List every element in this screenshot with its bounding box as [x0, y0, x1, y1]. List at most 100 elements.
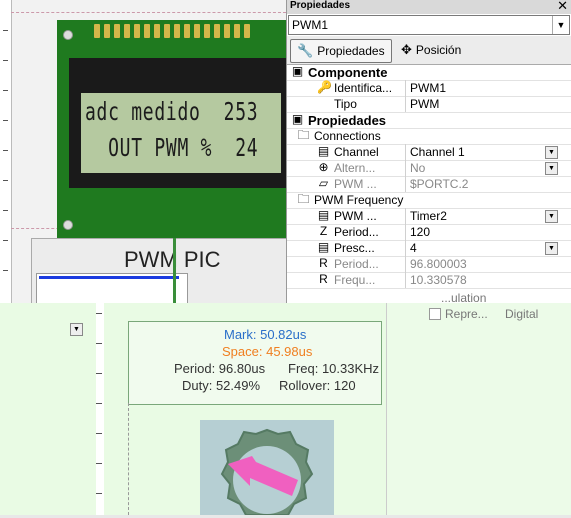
real-icon: R: [319, 272, 328, 286]
column-divider: [405, 96, 406, 112]
dial-component[interactable]: [200, 420, 334, 516]
tree-item: Repre...: [445, 307, 488, 321]
property-value[interactable]: 120: [410, 225, 430, 239]
vertical-ruler: [96, 303, 104, 515]
list-icon: ▤: [317, 144, 330, 158]
component-icon: ▣: [291, 64, 304, 78]
list-icon: ▤: [317, 208, 330, 222]
real-icon: R: [319, 256, 328, 270]
property-label: Identifica...: [334, 81, 393, 95]
property-group: 🗀 PWM Frequency: [287, 192, 571, 209]
design-canvas[interactable]: adc medido 253 OUT PWM % 24 PWM PIC: [0, 0, 288, 305]
lcd-line-1: adc medido 253: [85, 97, 259, 126]
property-value[interactable]: Timer2: [410, 209, 447, 223]
property-row[interactable]: R Period... 96.800003: [287, 256, 571, 273]
integer-icon: Z: [319, 224, 328, 238]
column-divider: [405, 144, 406, 160]
pwm-inner-panel: [36, 273, 188, 305]
pwm-component[interactable]: PWM PIC: [31, 238, 288, 305]
tab-label: Posición: [415, 43, 462, 57]
property-row[interactable]: ▤ Presc... 4 ▼: [287, 240, 571, 257]
property-row[interactable]: 🔑 Identifica... PWM1: [287, 80, 571, 97]
component-selector[interactable]: PWM1 ▼: [288, 15, 570, 35]
lcd-component[interactable]: adc medido 253 OUT PWM % 24: [57, 20, 286, 238]
lcd-line-2: OUT PWM % 24: [85, 133, 259, 162]
wire: [173, 238, 176, 303]
column-divider: [405, 208, 406, 224]
property-value[interactable]: Channel 1: [410, 145, 465, 159]
column-divider: [405, 80, 406, 96]
property-value[interactable]: No: [410, 161, 425, 175]
folder-icon: 🗀: [297, 192, 310, 206]
pin-icon: ⊕: [318, 160, 329, 174]
property-value[interactable]: PWM1: [410, 81, 446, 95]
property-value[interactable]: 10.330578: [410, 273, 467, 287]
tree-item: ...ulation: [441, 291, 487, 305]
property-value[interactable]: 96.800003: [410, 257, 467, 271]
column-divider: [405, 256, 406, 272]
property-value[interactable]: 4: [410, 241, 417, 255]
property-label: Componente: [308, 65, 388, 80]
dial-icon: [220, 428, 314, 516]
property-row[interactable]: ⊕ Altern... No ▼: [287, 160, 571, 177]
pwm-bar: [39, 276, 179, 279]
property-label: Connections: [314, 129, 381, 143]
key-icon: 🔑: [317, 80, 332, 94]
tab-propiedades[interactable]: 🔧 Propiedades: [290, 39, 392, 63]
column-divider: [405, 176, 406, 192]
property-label: PWM ...: [334, 209, 377, 223]
chevron-down-icon[interactable]: ▼: [545, 162, 558, 175]
property-row[interactable]: ▤ Channel Channel 1 ▼: [287, 144, 571, 161]
column-divider: [405, 240, 406, 256]
property-section: ▣ Componente: [287, 64, 571, 81]
property-value[interactable]: PWM: [410, 97, 439, 111]
property-label: Channel: [334, 145, 379, 159]
property-row[interactable]: ▱ PWM ... $PORTC.2: [287, 176, 571, 193]
property-group: 🗀 Connections: [287, 128, 571, 145]
chevron-down-icon[interactable]: ▼: [552, 16, 569, 34]
wrench-icon: 🔧: [297, 43, 314, 58]
property-row[interactable]: ▤ PWM ... Timer2 ▼: [287, 208, 571, 225]
folder-icon: 🗀: [297, 128, 310, 142]
property-label: Altern...: [334, 161, 376, 175]
mount-hole: [63, 220, 73, 230]
tab-label: Propiedades: [317, 44, 385, 58]
move-icon: ✥: [401, 42, 412, 57]
property-label: PWM ...: [334, 177, 377, 191]
property-label: PWM Frequency: [314, 193, 404, 207]
list-icon: ▤: [317, 240, 330, 254]
chevron-down-icon[interactable]: ▼: [545, 242, 558, 255]
mount-hole: [63, 30, 73, 40]
vertical-ruler: [0, 0, 12, 303]
period-value: Period: 96.80us: [174, 361, 266, 376]
component-icon: ▣: [291, 112, 304, 126]
property-section: ▣ Propiedades: [287, 112, 571, 129]
chevron-down-icon[interactable]: ▼: [70, 323, 83, 336]
close-icon[interactable]: ✕: [557, 0, 568, 14]
checkbox[interactable]: [429, 308, 441, 320]
mark-value: Mark: 50.82us: [224, 327, 307, 342]
grid-line: [128, 403, 129, 515]
properties-panel: Propiedades ✕ PWM1 ▼ 🔧 Propiedades ✥ Posic…: [286, 0, 571, 303]
pwm-stats-panel: Mark: 50.82us Space: 45.98us Period: 96.…: [128, 321, 382, 405]
port-icon: ▱: [318, 176, 329, 190]
tab-posicion[interactable]: ✥ Posición: [395, 39, 467, 61]
rollover-value: Rollover: 120: [279, 378, 356, 393]
property-label: Tipo: [334, 97, 357, 111]
property-row[interactable]: Z Period... 120: [287, 224, 571, 241]
property-label: Frequ...: [334, 273, 376, 287]
duty-value: Duty: 52.49%: [182, 378, 261, 393]
tree-fragment: ...ulation Repre... Digital: [386, 291, 571, 515]
property-row[interactable]: Tipo PWM: [287, 96, 571, 113]
chevron-down-icon[interactable]: ▼: [545, 210, 558, 223]
lcd-bezel: adc medido 253 OUT PWM % 24: [69, 58, 286, 188]
property-value[interactable]: $PORTC.2: [410, 177, 468, 191]
property-label: Propiedades: [308, 113, 387, 128]
property-row[interactable]: R Frequ... 10.330578: [287, 272, 571, 289]
selected-component: PWM1: [292, 18, 328, 32]
property-label: Presc...: [334, 241, 375, 255]
panel-titlebar: Propiedades ✕: [287, 0, 571, 14]
grid-line: [11, 12, 286, 13]
chevron-down-icon[interactable]: ▼: [545, 146, 558, 159]
lcd-pins: [94, 24, 250, 38]
